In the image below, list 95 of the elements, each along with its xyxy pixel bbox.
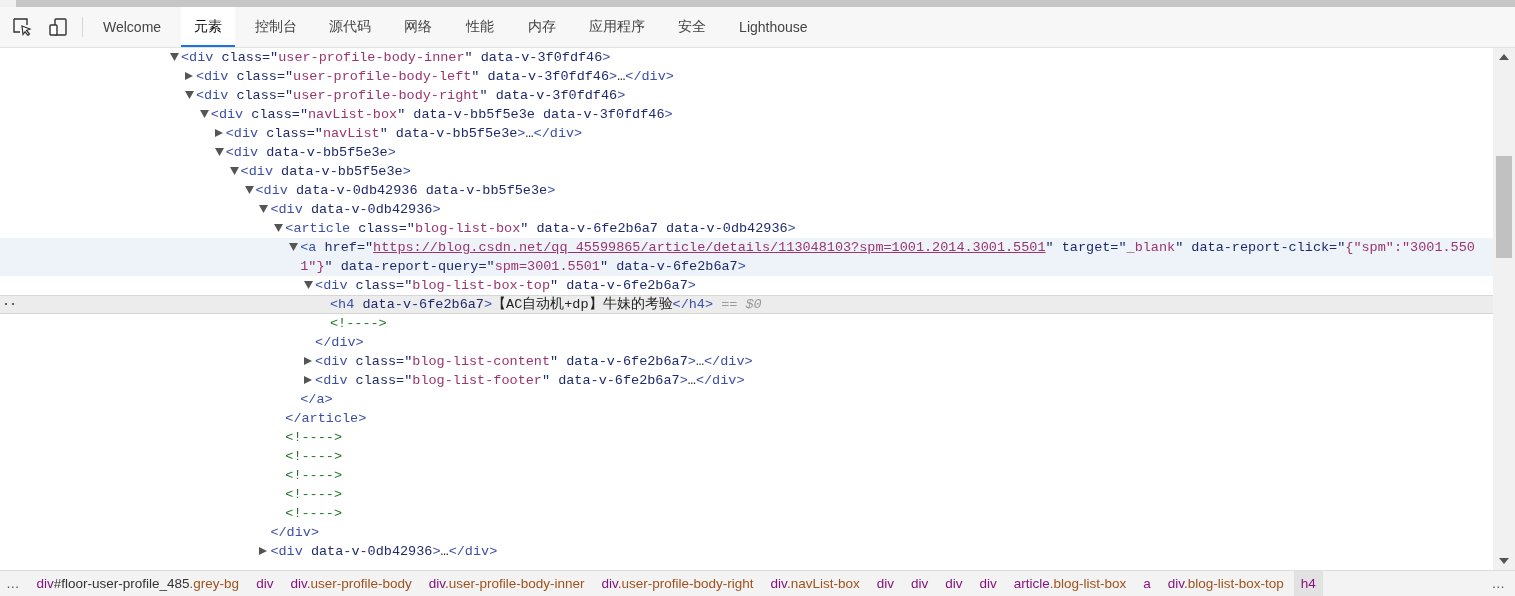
scroll-down-icon[interactable] [1499, 558, 1509, 564]
tree-row[interactable]: <!----> [0, 466, 1493, 485]
code-line: <h4 data-v-6fe2b6a7>【AC自动机+dp】牛妹的考验</h4> == $0 [330, 295, 763, 314]
code-line: <div data-v-bb5f5e3e> [225, 144, 397, 162]
tree-row[interactable]: <div class="blog-list-content" data-v-6fe2b6a7>…</div> [0, 352, 1493, 371]
breadcrumb[interactable]: div [903, 571, 936, 596]
tree-row[interactable]: <div data-v-0db42936> [0, 200, 1493, 219]
more-button[interactable]: … [1485, 571, 1515, 596]
caret-icon[interactable] [184, 72, 194, 80]
breadcrumb[interactable]: div.navList-box [763, 571, 867, 596]
code-line: </div> [315, 334, 365, 352]
tree-row[interactable]: <div data-v-bb5f5e3e> [0, 143, 1493, 162]
breadcrumb[interactable]: div.blog-list-box-top [1160, 571, 1291, 596]
tree-row[interactable]: <div class="blog-list-footer" data-v-6fe2b6a7>…</div> [0, 371, 1493, 390]
breadcrumb[interactable]: div.user-profile-body-right [594, 571, 761, 596]
code-line: </a> [300, 391, 334, 409]
code-line: <div class="user-profile-body-left" data-v-3f0fdf46>…</div> [195, 68, 675, 86]
caret-icon[interactable] [289, 243, 299, 251]
more-button[interactable]: … [0, 571, 30, 596]
caret-icon[interactable] [170, 53, 179, 61]
code-line: <div class="blog-list-footer" data-v-6fe2b6a7>…</div> [315, 372, 746, 390]
scroll-up-icon[interactable] [1499, 54, 1509, 60]
code-line: </div> [270, 524, 320, 542]
caret-icon[interactable] [214, 148, 224, 156]
caret-icon[interactable] [274, 224, 284, 232]
code-line: <div class="navList-box" data-v-bb5f5e3e data-v-3f0fdf46> [210, 106, 674, 124]
caret-icon[interactable] [229, 167, 239, 175]
code-line: <!----> [285, 429, 343, 447]
caret-icon[interactable] [214, 129, 224, 137]
tree-row[interactable]: <div class="navList-box" data-v-bb5f5e3e data-v-3f0fdf46> [0, 105, 1493, 124]
panel-tab[interactable]: 元素 [181, 7, 236, 47]
breadcrumb[interactable]: div [938, 571, 970, 596]
code-line: <div class="blog-list-content" data-v-6fe2b6a7>…</div> [315, 353, 754, 371]
breadcrumb[interactable]: div.user-profile-body-inner [421, 571, 592, 596]
code-line: <!----> [285, 448, 343, 466]
scroll-thumb[interactable] [1496, 156, 1512, 258]
caret-icon[interactable] [304, 357, 314, 365]
breadcrumb[interactable]: div [249, 571, 281, 596]
panel-tab[interactable]: 性能 [453, 7, 508, 47]
tree-row[interactable]: <div data-v-0db42936 data-v-bb5f5e3e> [0, 181, 1493, 200]
caret-icon[interactable] [259, 205, 269, 213]
code-line: <!----> [285, 486, 343, 504]
tree-row[interactable]: <!----> [0, 447, 1493, 466]
panel-tab[interactable]: 网络 [391, 7, 446, 47]
vertical-scrollbar[interactable] [1493, 48, 1515, 570]
panel-tab[interactable]: Lighthouse [727, 7, 820, 47]
code-line: <div data-v-0db42936 data-v-bb5f5e3e> [255, 182, 557, 200]
tree-row[interactable]: <!----> [0, 485, 1493, 504]
tree-row[interactable]: <div class="user-profile-body-inner" data-v-3f0fdf46> [0, 48, 1493, 67]
tree-row[interactable]: <article class="blog-list-box" data-v-6fe2b6a7 data-v-0db42936> [0, 219, 1493, 238]
caret-icon[interactable] [184, 91, 194, 99]
panel-tab[interactable]: 控制台 [243, 7, 310, 47]
code-line: <div class="blog-list-box-top" data-v-6fe2b6a7> [315, 277, 697, 295]
code-line: <a href="https://blog.csdn.net/qq_45599865/article/details/113048103?spm=1001.2014.3001.5501" target="_blank" data-report-click="{"spm":"3001.5501"}" data-report-query="spm=3001.5501" data-v-6fe2b6a7> [300, 239, 1476, 276]
breadcrumb[interactable]: div#floor-user-profile_485.grey-bg [29, 571, 247, 596]
code-line: <div class="user-profile-body-right" data-v-3f0fdf46> [195, 87, 627, 105]
code-line: <!----> [285, 505, 343, 523]
caret-icon[interactable] [244, 186, 254, 194]
breadcrumb[interactable]: div.user-profile-body [283, 571, 419, 596]
breadcrumb[interactable]: article.blog-list-box [1006, 571, 1134, 596]
horizontal-scrollbar[interactable] [0, 0, 1515, 7]
code-line: <!----> [330, 315, 388, 333]
tree-row[interactable]: <div class="blog-list-box-top" data-v-6fe2b6a7> [0, 276, 1493, 295]
tree-row[interactable]: <div data-v-bb5f5e3e> [0, 162, 1493, 181]
tree-row[interactable]: <div data-v-0db42936>…</div> [0, 542, 1493, 561]
panel-tab[interactable]: 安全 [665, 7, 720, 47]
code-line: <div class="user-profile-body-inner" data-v-3f0fdf46> [181, 49, 612, 67]
tree-row[interactable]: <!----> [0, 314, 1493, 333]
tree-row[interactable]: ·· <h4 data-v-6fe2b6a7>【AC自动机+dp】牛妹的考验</h4> == $0 [0, 295, 1493, 314]
tree-row[interactable]: <!----> [0, 428, 1493, 447]
breadcrumb[interactable]: a [1136, 571, 1158, 596]
code-line: <!----> [285, 467, 343, 485]
tree-row[interactable]: <a href="https://blog.csdn.net/qq_45599865/article/details/113048103?spm=1001.2014.3001.5501" target="_blank" data-report-click="{"spm":"3001.5501"}" data-report-query="spm=3001.5501" data-v-6fe2b6a7> [0, 238, 1493, 276]
panel-tab[interactable]: 内存 [515, 7, 570, 47]
caret-icon[interactable] [304, 376, 314, 384]
code-line: <div data-v-0db42936>…</div> [270, 543, 499, 561]
code-line: <article class="blog-list-box" data-v-6fe2b6a7 data-v-0db42936> [285, 220, 797, 238]
tree-row[interactable]: <!----> [0, 504, 1493, 523]
caret-icon[interactable] [199, 110, 209, 118]
gutter-mark: ·· [2, 296, 17, 314]
panel-tab[interactable]: 源代码 [317, 7, 384, 47]
panel-tab[interactable]: Welcome [91, 7, 174, 47]
code-line: <div data-v-bb5f5e3e> [240, 163, 412, 181]
code-line: <div data-v-0db42936> [270, 201, 442, 219]
code-line: </article> [285, 410, 368, 428]
caret-icon[interactable] [259, 547, 269, 555]
breadcrumb[interactable]: div [869, 571, 901, 596]
panel-tab[interactable]: 应用程序 [577, 7, 658, 47]
tree-row[interactable]: <div class="user-profile-body-left" data-v-3f0fdf46>…</div> [0, 67, 1493, 86]
tree-row[interactable]: <div class="user-profile-body-right" data-v-3f0fdf46> [0, 86, 1493, 105]
caret-icon[interactable] [304, 281, 314, 289]
tree-row[interactable]: <div class="navList" data-v-bb5f5e3e>…</div> [0, 124, 1493, 143]
code-line: <div class="navList" data-v-bb5f5e3e>…</div> [225, 125, 584, 143]
breadcrumb[interactable]: h4 [1293, 571, 1323, 596]
breadcrumb[interactable]: div [972, 571, 1004, 596]
